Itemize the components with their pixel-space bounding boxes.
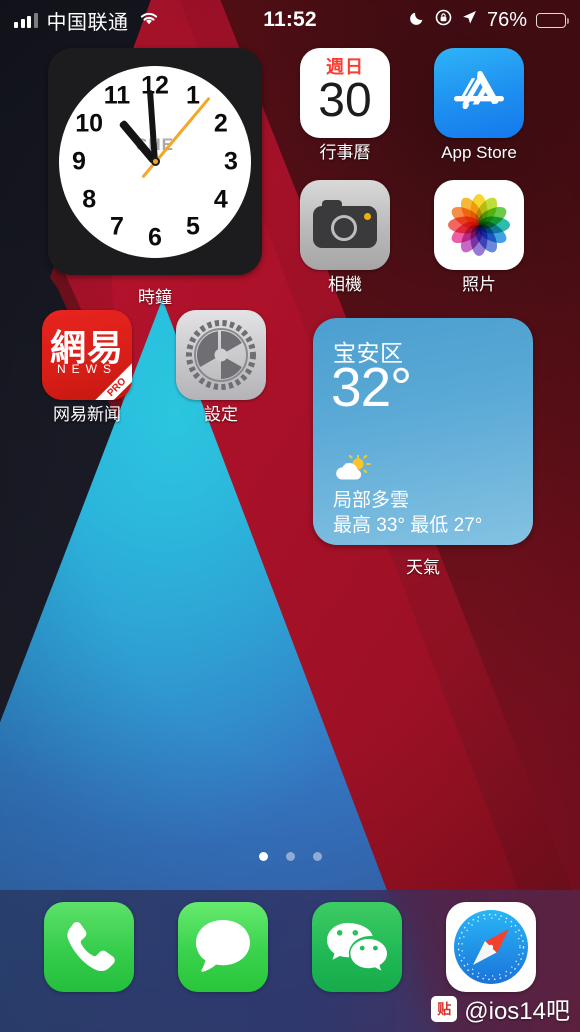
messages-icon[interactable] bbox=[178, 902, 268, 992]
app-icon-netease-news[interactable]: 網易 NEWS PRO 网易新闻 bbox=[29, 310, 145, 425]
photos-pinwheel bbox=[445, 191, 513, 259]
app-icon-camera[interactable]: 相機 bbox=[287, 180, 403, 295]
watermark: 贴 @ios14吧 bbox=[431, 991, 570, 1026]
page-dot[interactable] bbox=[285, 852, 295, 861]
app-label-netease-news: 网易新闻 bbox=[53, 405, 121, 424]
watermark-text: @ios14吧 bbox=[464, 998, 570, 1025]
clock-numeral: 3 bbox=[224, 147, 238, 175]
home-screen: 中国联通 11:52 76% 12 1 2 3 4 5 6 7 8 9 10 1… bbox=[0, 0, 580, 1032]
battery-icon bbox=[536, 12, 569, 28]
camera-lens bbox=[331, 215, 357, 241]
status-bar-clock: 11:52 bbox=[263, 8, 317, 31]
app-icon-app-store[interactable]: App Store bbox=[421, 48, 537, 163]
clock-numeral: 2 bbox=[213, 109, 228, 137]
safari-icon[interactable] bbox=[446, 902, 536, 992]
watermark-badge: 贴 bbox=[431, 995, 458, 1022]
widget-clock[interactable]: SHE 121234567891011 時鐘 bbox=[48, 48, 262, 308]
settings-gear-icon[interactable] bbox=[176, 310, 266, 400]
calendar-icon[interactable]: 週日 30 bbox=[300, 48, 390, 138]
widget-weather-label: 天氣 bbox=[406, 558, 440, 577]
clock-numeral: 4 bbox=[213, 185, 228, 213]
app-label-calendar: 行事曆 bbox=[319, 143, 371, 162]
clock-numeral: 11 bbox=[103, 81, 131, 110]
weather-widget-tile[interactable]: 宝安区 32° 局部多雲 最高 33° 最低 27° bbox=[313, 318, 533, 545]
app-label-camera: 相機 bbox=[328, 275, 362, 294]
page-dot[interactable] bbox=[258, 852, 268, 861]
weather-condition: 局部多雲 bbox=[333, 490, 410, 511]
weather-partly-cloudy-icon bbox=[333, 454, 373, 481]
widget-weather[interactable]: 宝安区 32° 局部多雲 最高 33° 最低 27° 天氣 bbox=[313, 318, 533, 578]
app-label-settings: 設定 bbox=[204, 405, 238, 424]
page-dot[interactable] bbox=[312, 852, 322, 861]
wechat-icon[interactable] bbox=[312, 902, 402, 992]
app-grid: SHE 121234567891011 時鐘 週日 30 行事曆 bbox=[0, 40, 580, 860]
clock-widget-tile[interactable]: SHE 121234567891011 bbox=[48, 48, 262, 275]
weather-high-low: 最高 33° 最低 27° bbox=[333, 515, 483, 536]
clock-face: SHE 121234567891011 bbox=[59, 65, 251, 258]
app-label-app-store: App Store bbox=[441, 143, 517, 162]
status-bar: 中国联通 11:52 76% bbox=[0, 0, 580, 40]
phone-icon[interactable] bbox=[44, 902, 134, 992]
camera-flash-dot bbox=[364, 213, 371, 220]
app-icon-settings[interactable]: 設定 bbox=[163, 310, 279, 425]
camera-icon[interactable] bbox=[300, 180, 390, 270]
clock-numeral: 12 bbox=[141, 71, 169, 99]
clock-second-hand bbox=[153, 96, 211, 163]
calendar-day-number: 30 bbox=[318, 74, 372, 127]
clock-numeral: 5 bbox=[186, 212, 200, 241]
clock-numeral: 10 bbox=[75, 109, 104, 137]
dock-icons bbox=[0, 902, 580, 992]
page-indicator[interactable] bbox=[0, 852, 580, 861]
app-label-photos: 照片 bbox=[462, 275, 496, 294]
netease-logo-subtitle: NEWS bbox=[57, 362, 117, 376]
clock-numeral: 9 bbox=[72, 147, 86, 175]
netease-news-icon[interactable]: 網易 NEWS PRO bbox=[42, 310, 132, 400]
clock-numeral: 7 bbox=[110, 212, 124, 241]
app-icon-calendar[interactable]: 週日 30 行事曆 bbox=[287, 48, 403, 163]
clock-numeral: 1 bbox=[186, 81, 200, 110]
app-icon-photos[interactable]: 照片 bbox=[421, 180, 537, 295]
app-store-icon[interactable] bbox=[434, 48, 524, 138]
clock-hub bbox=[150, 157, 160, 166]
clock-numeral: 8 bbox=[82, 185, 97, 213]
clock-numeral: 6 bbox=[148, 223, 162, 251]
widget-clock-label: 時鐘 bbox=[138, 288, 172, 307]
photos-icon[interactable] bbox=[434, 180, 524, 270]
weather-temperature: 32° bbox=[331, 356, 412, 418]
